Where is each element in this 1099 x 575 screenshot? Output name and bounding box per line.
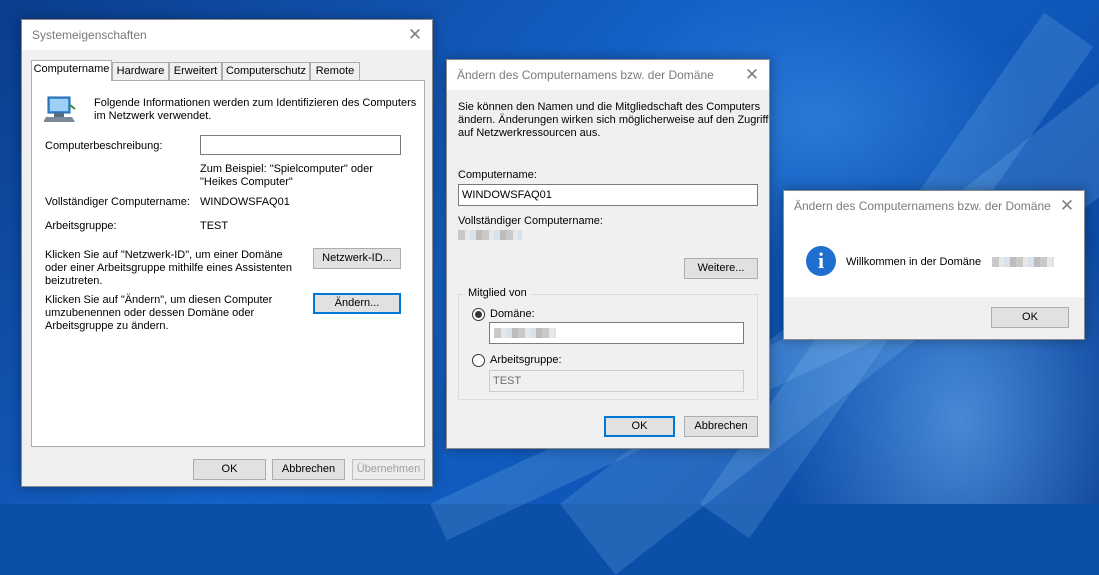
change-text-line3: Arbeitsgruppe zu ändern.	[45, 320, 169, 332]
member-of-group: Mitglied von Domäne: Arbeitsgruppe: TEST	[458, 287, 758, 400]
change-computer-name-dialog: Ändern des Computernamens bzw. der Domän…	[446, 59, 770, 449]
intro-text-line2: ändern. Änderungen wirken sich möglicher…	[458, 114, 769, 126]
workgroup-label: Arbeitsgruppe:	[45, 220, 117, 232]
more-button[interactable]: Weitere...	[684, 258, 758, 279]
cancel-button[interactable]: Abbrechen	[272, 459, 345, 480]
computer-network-icon	[44, 96, 76, 122]
change-button[interactable]: Ändern...	[313, 293, 401, 314]
apply-button[interactable]: Übernehmen	[352, 459, 425, 480]
full-name-value-redacted	[458, 230, 522, 240]
domain-name-redacted	[992, 257, 1054, 267]
change-text-line1: Klicken Sie auf "Ändern", um diesen Comp…	[45, 294, 273, 306]
example-text-line2: "Heikes Computer"	[200, 176, 293, 188]
domain-input[interactable]	[489, 322, 744, 344]
tab-panel-computername: Folgende Informationen werden zum Identi…	[31, 80, 425, 447]
ok-button[interactable]: OK	[991, 307, 1069, 328]
full-name-value: WINDOWSFAQ01	[200, 196, 290, 208]
full-name-label: Vollständiger Computername:	[45, 196, 190, 208]
computer-name-input[interactable]: WINDOWSFAQ01	[458, 184, 758, 206]
welcome-message-dialog: Ändern des Computernamens bzw. der Domän…	[783, 190, 1085, 340]
welcome-message: Willkommen in der Domäne	[846, 256, 982, 268]
window-title: Ändern des Computernamens bzw. der Domän…	[794, 199, 1051, 213]
title-bar: Ändern des Computernamens bzw. der Domän…	[447, 60, 769, 90]
intro-text-line3: auf Netzwerkressourcen aus.	[458, 127, 601, 139]
network-id-text-line1: Klicken Sie auf "Netzwerk-ID", um einer …	[45, 249, 283, 261]
button-area: OK	[784, 297, 1084, 339]
tab-computerschutz[interactable]: Computerschutz	[222, 62, 310, 80]
intro-text-line1: Folgende Informationen werden zum Identi…	[94, 97, 417, 109]
ok-button[interactable]: OK	[193, 459, 266, 480]
workgroup-radio[interactable]	[472, 354, 485, 367]
system-properties-window: Systemeigenschaften ✕ Computername Hardw…	[21, 19, 433, 487]
network-id-text-line2: oder einer Arbeitsgruppe mithilfe eines …	[45, 262, 293, 274]
info-icon: i	[806, 246, 836, 276]
window-title: Systemeigenschaften	[32, 28, 147, 42]
title-bar: Ändern des Computernamens bzw. der Domän…	[784, 191, 1084, 221]
network-id-text-line3: beizutreten.	[45, 275, 103, 287]
window-title: Ändern des Computernamens bzw. der Domän…	[457, 68, 714, 82]
close-icon[interactable]: ✕	[735, 60, 769, 90]
workgroup-value: TEST	[200, 220, 229, 232]
workgroup-input[interactable]: TEST	[489, 370, 744, 392]
tab-erweitert[interactable]: Erweitert	[169, 62, 222, 80]
computer-name-label: Computername:	[458, 169, 537, 181]
tab-computername[interactable]: Computername	[31, 60, 112, 81]
tab-remote[interactable]: Remote	[310, 62, 360, 80]
cancel-button[interactable]: Abbrechen	[684, 416, 758, 437]
change-text-line2: umzubenennen oder dessen Domäne oder	[45, 307, 255, 319]
close-icon[interactable]: ✕	[1050, 191, 1084, 221]
description-label: Computerbeschreibung:	[45, 140, 163, 152]
intro-text-line1: Sie können den Namen und die Mitgliedsch…	[458, 101, 761, 113]
title-bar: Systemeigenschaften ✕	[22, 20, 432, 50]
ok-button[interactable]: OK	[604, 416, 675, 437]
full-name-label: Vollständiger Computername:	[458, 215, 603, 227]
computer-description-input[interactable]	[200, 135, 401, 155]
network-id-button[interactable]: Netzwerk-ID...	[313, 248, 401, 269]
domain-radio[interactable]	[472, 308, 485, 321]
example-text-line1: Zum Beispiel: "Spielcomputer" oder	[200, 163, 373, 175]
member-of-label: Mitglied von	[465, 287, 530, 299]
close-icon[interactable]: ✕	[398, 20, 432, 50]
tab-hardware[interactable]: Hardware	[112, 62, 169, 80]
workgroup-label: Arbeitsgruppe:	[490, 354, 562, 366]
domain-label: Domäne:	[490, 308, 535, 320]
domain-value-redacted	[494, 328, 556, 338]
intro-text-line2: im Netzwerk verwendet.	[94, 110, 212, 122]
